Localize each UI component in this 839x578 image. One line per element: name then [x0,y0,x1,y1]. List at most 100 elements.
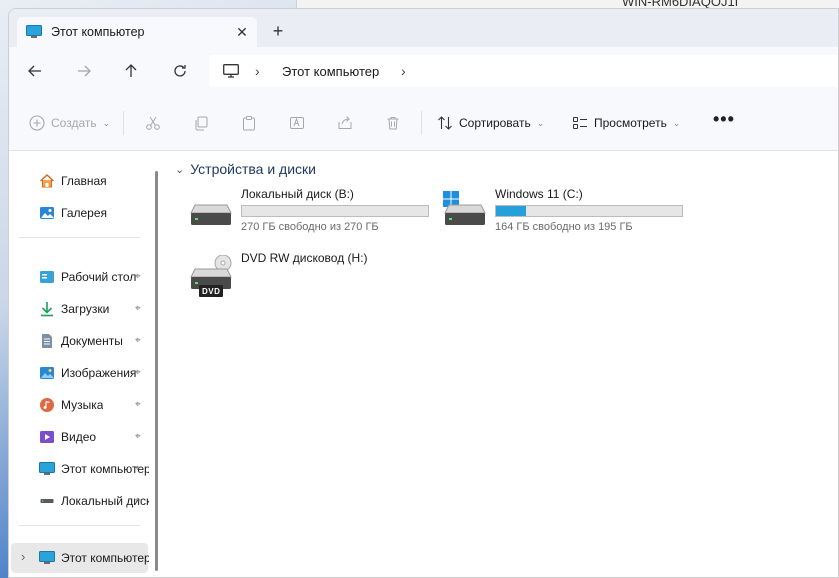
new-button[interactable]: Создать ⌄ [29,113,110,133]
gallery-icon [39,205,55,221]
file-explorer-window: Этот компьютер ✕ + › Этот компьютер › Со… [8,8,839,578]
drive-item-h[interactable]: DVD DVD RW дисковод (H:) [189,251,439,301]
back-button[interactable] [23,59,47,83]
sidebar-item-label: Рабочий стол [61,270,137,284]
pictures-icon [39,365,55,381]
chevron-down-icon: ⌄ [102,117,111,128]
refresh-icon [174,65,186,77]
tab-this-pc[interactable]: Этот компьютер ✕ [17,17,257,47]
pin-icon[interactable]: ⌖ [135,431,141,442]
new-tab-button[interactable]: + [265,19,291,43]
delete-button[interactable] [385,113,401,133]
pin-icon[interactable]: ⌖ [135,271,141,282]
pin-icon[interactable]: ⌖ [135,399,141,410]
pin-icon[interactable]: ⌖ [135,367,141,378]
breadcrumb-this-pc[interactable]: Этот компьютер [282,64,379,79]
scissors-icon [146,116,160,130]
sidebar-item-label: Музыка [61,398,104,412]
sidebar-item-label: Изображения [61,366,137,380]
cut-button[interactable] [145,113,161,133]
sidebar-item-desktop[interactable]: Рабочий стол [39,267,149,287]
sidebar-divider [19,237,140,238]
rename-button[interactable] [289,113,305,133]
sidebar-divider [19,525,140,526]
close-icon[interactable]: ✕ [231,21,253,43]
chevron-down-icon: ⌄ [175,163,185,176]
sort-icon [438,116,452,130]
view-list-icon [573,117,587,129]
music-icon [39,397,55,413]
sidebar-item-music[interactable]: Музыка [39,395,149,415]
drive-icon [39,493,55,509]
sidebar-item-label: Галерея [61,206,108,220]
group-header-devices[interactable]: ⌄ Устройства и диски [175,161,316,177]
videos-icon [39,429,55,445]
pin-icon[interactable]: ⌖ [135,463,141,474]
clipboard-icon [243,116,255,131]
sidebar-item-label: Загрузки [61,302,110,316]
share-button[interactable] [337,113,353,133]
desktop-icon [39,269,55,285]
chevron-down-icon: ⌄ [672,117,681,128]
monitor-icon [223,64,239,78]
sidebar-item-videos[interactable]: Видео [39,427,149,447]
arrow-right-icon [78,65,91,77]
forward-button[interactable] [72,59,96,83]
share-icon [338,116,352,129]
chevron-down-icon: ⌄ [536,117,545,128]
drive-usage-bar [495,205,683,217]
drive-free-space: 164 ГБ свободно из 195 ГБ [495,221,633,233]
navigation-pane: Главная Галерея Рабочий стол Загрузки До… [9,151,159,577]
documents-icon [39,333,55,349]
sidebar-item-label: Этот компьютер [61,551,149,565]
drive-name: Локальный диск (B:) [241,187,354,201]
plus-circle-icon [29,115,45,131]
copy-button[interactable] [193,113,209,133]
chevron-right-icon[interactable]: › [21,549,25,564]
more-options-button[interactable]: ••• [713,109,735,130]
sidebar-item-gallery[interactable]: Галерея [39,203,149,223]
sidebar-item-label: Документы [61,334,123,348]
hard-drive-icon [189,191,233,231]
breadcrumb-chevron-icon[interactable]: › [255,63,260,79]
refresh-button[interactable] [168,59,192,83]
sidebar-scrollbar[interactable] [155,171,158,571]
sort-button[interactable]: Сортировать ⌄ [437,113,544,133]
arrow-left-icon [28,65,41,77]
view-button-label: Просмотреть [594,116,667,130]
drive-free-space: 270 ГБ свободно из 270 ГБ [241,221,379,233]
sidebar-tree-this-pc[interactable]: Этот компьютер [39,548,149,568]
trash-icon [387,117,399,130]
downloads-icon [39,301,55,317]
navigation-bar: › Этот компьютер › [9,47,838,95]
drive-name: Windows 11 (C:) [495,187,583,201]
up-button[interactable] [119,59,143,83]
sidebar-item-this-pc-pinned[interactable]: Этот компьютер [39,459,149,479]
sidebar-item-home[interactable]: Главная [39,171,149,191]
sort-button-label: Сортировать [459,116,531,130]
pin-icon[interactable]: ⌖ [135,303,141,314]
command-bar: Создать ⌄ Сортировать ⌄ Просмотреть ⌄ ••… [9,95,838,151]
drive-item-b[interactable]: Локальный диск (B:) 270 ГБ свободно из 2… [189,187,439,237]
group-title: Устройства и диски [190,161,316,177]
sidebar-item-pictures[interactable]: Изображения [39,363,149,383]
toolbar-divider [123,111,124,135]
sidebar-item-label: Главная [61,174,107,188]
address-bar[interactable]: › Этот компьютер › [209,55,838,87]
pin-icon[interactable]: ⌖ [135,495,141,506]
breadcrumb-chevron-icon[interactable]: › [401,63,406,79]
pc-icon [39,550,55,566]
paste-button[interactable] [241,113,257,133]
pin-icon[interactable]: ⌖ [135,335,141,346]
drive-usage-fill [496,206,526,216]
tab-strip: Этот компьютер ✕ + [9,9,838,47]
copy-icon [195,116,208,131]
sidebar-item-documents[interactable]: Документы [39,331,149,351]
sidebar-item-local-disk[interactable]: Локальный диск (B:) [39,491,149,511]
dvd-badge: DVD [202,287,221,296]
view-button[interactable]: Просмотреть ⌄ [572,113,680,133]
drive-item-c[interactable]: Windows 11 (C:) 164 ГБ свободно из 195 Г… [443,187,693,237]
sidebar-item-downloads[interactable]: Загрузки [39,299,149,319]
pc-icon [26,25,42,39]
toolbar-divider [421,111,422,135]
